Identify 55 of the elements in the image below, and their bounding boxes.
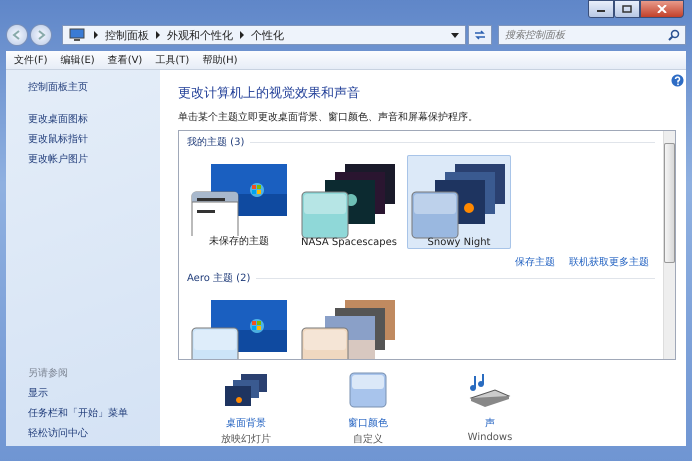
group-heading: 我的主题 (3) (187, 136, 244, 149)
page-title: 更改计算机上的视觉效果和声音 (178, 85, 361, 102)
sidebar-link[interactable]: 更改帐户图片 (28, 152, 160, 166)
theme-tile[interactable]: 未保存的主题 (187, 155, 291, 249)
chevron-icon (239, 31, 245, 39)
address-bar[interactable]: 控制面板 外观和个性化 个性化 (62, 25, 466, 45)
scrollbar[interactable] (663, 131, 675, 359)
section-heading: 另请参阅 (28, 366, 69, 380)
sidebar-link[interactable]: 更改桌面图标 (28, 112, 160, 126)
forward-button[interactable] (30, 24, 52, 46)
menu-item[interactable]: 编辑(E) (60, 53, 95, 67)
help-icon[interactable] (671, 74, 684, 87)
chevron-icon (93, 31, 99, 39)
breadcrumb-item[interactable]: 个性化 (251, 28, 284, 42)
close-icon (657, 5, 667, 13)
link[interactable]: 联机获取更多主题 (569, 255, 649, 271)
close-button[interactable] (640, 0, 684, 18)
minimize-button[interactable] (588, 0, 614, 18)
sidebar-link[interactable]: 任务栏和「开始」菜单 (28, 406, 160, 420)
menu-item[interactable]: 文件(F) (14, 53, 48, 67)
theme-tile[interactable]: NASA Spacescapes (297, 155, 401, 249)
theme-name: NASA Spacescapes (301, 237, 397, 248)
theme-name: 未保存的主题 (209, 234, 269, 248)
setting-link[interactable]: 桌面背景 (226, 416, 266, 430)
maximize-icon (622, 5, 632, 13)
refresh-icon (473, 29, 487, 41)
menu-item[interactable]: 工具(T) (155, 53, 190, 67)
music-note-icon (467, 372, 513, 410)
search-icon (668, 29, 680, 41)
sidebar-link[interactable]: 控制面板主页 (28, 80, 160, 94)
search-field[interactable]: 搜索控制面板 (498, 25, 686, 45)
setting-value: 自定义 (353, 432, 383, 446)
chevron-icon (155, 31, 161, 39)
theme-tile[interactable]: Snowy Night (407, 155, 511, 249)
setting-link[interactable]: 声 (485, 416, 495, 430)
sidebar-link[interactable]: 轻松访问中心 (28, 426, 160, 440)
menu-item[interactable]: 帮助(H) (202, 53, 238, 67)
description-text: 单击某个主题立即更改桌面背景、窗口颜色、声音和屏幕保护程序。 (178, 110, 479, 124)
theme-name: Snowy Night (428, 237, 490, 248)
sidebar-link[interactable]: 显示 (28, 386, 160, 400)
setting-link[interactable]: 窗口颜色 (348, 416, 388, 430)
breadcrumb-item[interactable]: 控制面板 (105, 28, 149, 42)
menu-item[interactable]: 查看(V) (108, 53, 142, 67)
setting-value: Windows (468, 432, 512, 443)
setting-value: 放映幻灯片 (221, 432, 271, 446)
refresh-button[interactable] (468, 25, 492, 45)
maximize-button[interactable] (614, 0, 640, 18)
breadcrumb-item[interactable]: 外观和个性化 (167, 28, 233, 42)
monitor-icon (69, 28, 85, 42)
link[interactable]: 保存主题 (515, 255, 555, 271)
back-button[interactable] (6, 24, 28, 46)
dropdown-caret-icon (451, 32, 459, 38)
scrollbar-thumb[interactable] (664, 143, 675, 263)
group-heading: Aero 主题 (2) (187, 272, 250, 285)
sidebar-link[interactable]: 更改鼠标指针 (28, 132, 160, 146)
